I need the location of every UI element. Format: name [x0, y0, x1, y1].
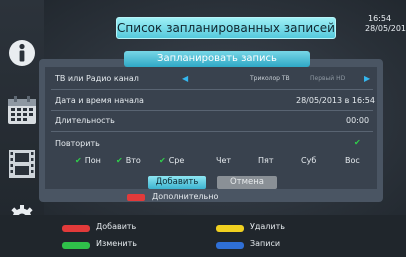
repeat-checkbox[interactable]: ✔	[354, 138, 361, 147]
channel-name[interactable]: Первый HD	[310, 75, 345, 82]
channel-next-icon[interactable]: ▶	[364, 74, 370, 83]
legend-add[interactable]: Добавить	[96, 222, 136, 231]
film-icon[interactable]	[8, 149, 36, 183]
day-saturday[interactable]: Суб	[301, 156, 316, 165]
day-label: Вто	[125, 156, 141, 165]
repeat-label: Повторить	[55, 139, 100, 148]
day-label: Чет	[216, 156, 232, 165]
yellow-key-icon	[216, 225, 244, 232]
calendar-icon[interactable]	[6, 94, 38, 130]
divider	[51, 89, 373, 90]
day-tuesday[interactable]: ✔ Вто	[116, 156, 141, 165]
day-thursday[interactable]: Чет	[216, 156, 231, 165]
info-icon[interactable]	[7, 38, 37, 72]
day-label: Суб	[301, 156, 317, 165]
check-icon: ✔	[75, 156, 82, 165]
start-label: Дата и время начала	[55, 96, 144, 105]
color-key-legend	[0, 215, 406, 257]
page-title: Список запланированных записей	[116, 17, 336, 39]
start-value[interactable]: 28/05/2013 в 16:54	[296, 96, 375, 105]
blue-key-icon	[216, 242, 244, 249]
dialog-body	[45, 67, 377, 189]
duration-label: Длительность	[55, 116, 115, 125]
advanced-label[interactable]: Дополнительно	[152, 192, 218, 201]
day-label: Вос	[345, 156, 360, 165]
clock-time: 16:54	[368, 14, 392, 23]
day-label: Пон	[84, 156, 101, 165]
legend-delete[interactable]: Удалить	[250, 222, 285, 231]
legend-edit[interactable]: Изменить	[96, 239, 137, 248]
check-icon: ✔	[159, 156, 166, 165]
screen: Список запланированных записей 16:54 28/…	[0, 0, 406, 257]
divider	[51, 110, 373, 111]
day-wednesday[interactable]: ✔ Сре	[159, 156, 184, 165]
check-icon: ✔	[116, 156, 123, 165]
channel-provider[interactable]: Триколор ТВ	[250, 75, 290, 82]
day-label: Сре	[168, 156, 185, 165]
cancel-button[interactable]: Отмена	[217, 176, 277, 189]
channel-prev-icon[interactable]: ◀	[182, 74, 188, 83]
day-monday[interactable]: ✔ Пон	[75, 156, 101, 165]
green-key-icon	[62, 242, 90, 249]
duration-value[interactable]: 00:00	[346, 116, 369, 125]
divider	[51, 131, 373, 132]
red-key-icon	[127, 194, 145, 201]
add-button[interactable]: Добавить	[148, 176, 206, 189]
channel-label: ТВ или Радио канал	[55, 74, 139, 83]
red-key-icon	[62, 225, 90, 232]
dialog-title: Запланировать запись	[124, 51, 310, 67]
day-friday[interactable]: Пят	[258, 156, 274, 165]
day-label: Пят	[258, 156, 274, 165]
clock-date: 28/05/2013	[365, 24, 406, 33]
legend-recordings[interactable]: Записи	[250, 239, 280, 248]
day-sunday[interactable]: Вос	[345, 156, 360, 165]
